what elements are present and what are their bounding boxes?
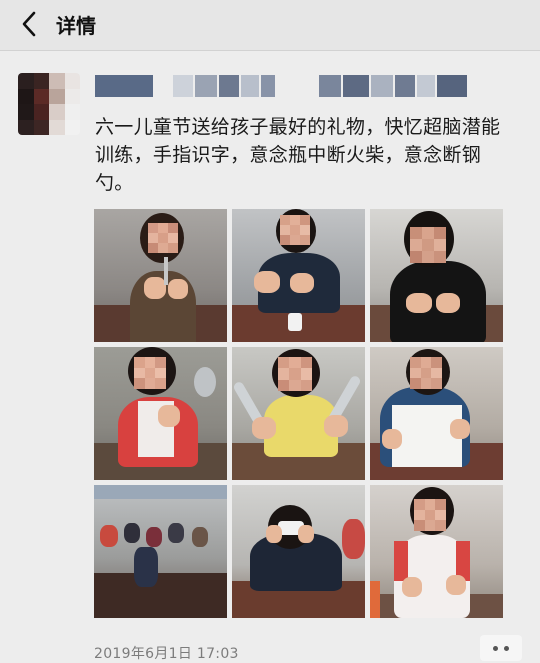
top-bar: 详情	[0, 0, 540, 51]
more-dots-icon	[493, 645, 498, 651]
moment-post: 六一儿童节送给孩子最好的礼物，快忆超脑潜能训练，手指识字，意念瓶中断火柴，意念断…	[0, 51, 540, 662]
avatar[interactable]	[18, 73, 80, 135]
photo-grid	[94, 209, 503, 618]
post-text: 六一儿童节送给孩子最好的礼物，快忆超脑潜能训练，手指识字，意念瓶中断火柴，意念断…	[95, 116, 501, 194]
photo-5[interactable]	[232, 347, 365, 480]
more-dot	[504, 645, 509, 651]
photo-3[interactable]	[370, 209, 503, 342]
photo-9[interactable]	[370, 485, 503, 618]
photo-6[interactable]	[370, 347, 503, 480]
photo-7[interactable]	[94, 485, 227, 618]
post-timestamp: 2019年6月1日 17:03	[94, 646, 239, 662]
chevron-left-icon	[22, 11, 36, 37]
more-button[interactable]	[480, 635, 522, 661]
back-button[interactable]	[14, 9, 44, 39]
username-blurred[interactable]	[95, 75, 515, 97]
page-title: 详情	[56, 14, 96, 38]
photo-8[interactable]	[232, 485, 365, 618]
photo-1[interactable]	[94, 209, 227, 342]
photo-2[interactable]	[232, 209, 365, 342]
photo-4[interactable]	[94, 347, 227, 480]
